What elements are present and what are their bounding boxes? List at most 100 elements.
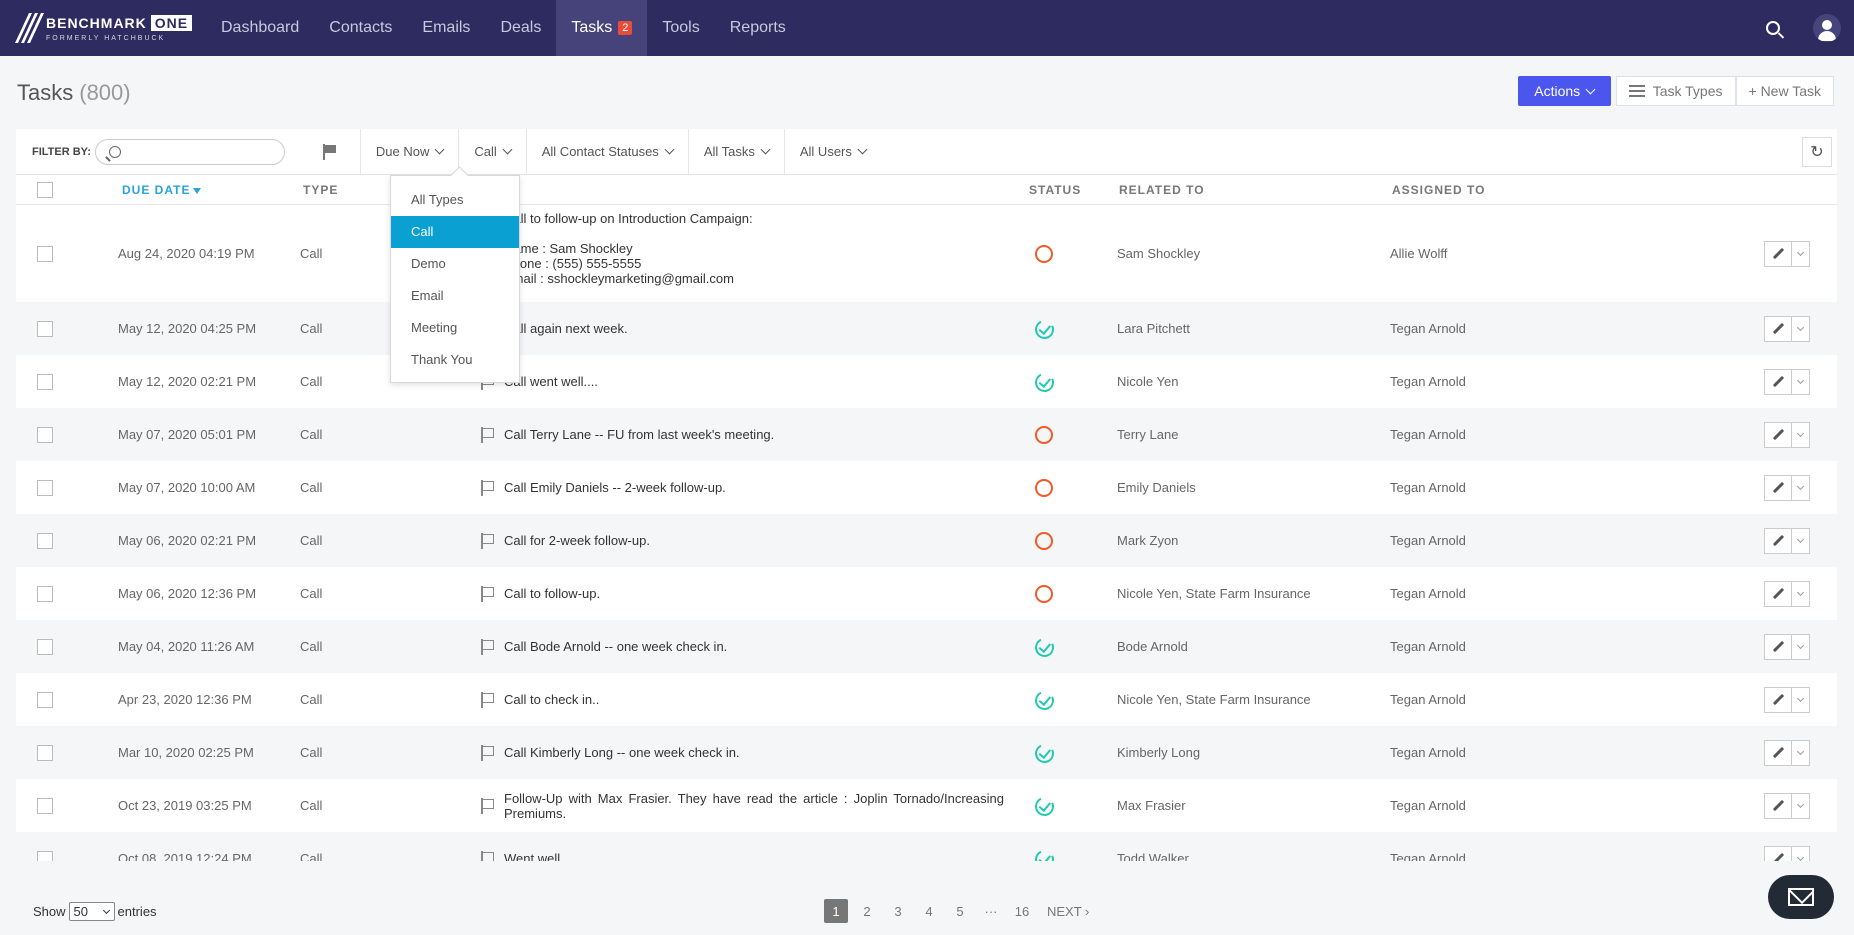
flag-icon[interactable]	[481, 850, 495, 861]
related-to-cell[interactable]: Kimberly Long	[1117, 745, 1200, 760]
status-open-icon[interactable]	[1035, 478, 1053, 497]
select-all-checkbox[interactable]	[37, 182, 53, 198]
page-5-button[interactable]: 5	[948, 899, 972, 923]
table-row[interactable]: May 06, 2020 02:21 PM Call Call for 2-week…	[16, 514, 1837, 567]
flag-icon[interactable]	[481, 585, 495, 602]
table-row[interactable]: Apr 23, 2020 12:36 PM Call Call to check i…	[16, 673, 1837, 726]
row-checkbox[interactable]	[37, 532, 53, 549]
col-related-to[interactable]: RELATED TO	[1119, 183, 1205, 197]
edit-button[interactable]	[1764, 633, 1792, 660]
flag-icon[interactable]	[481, 426, 495, 443]
compose-email-button[interactable]	[1768, 875, 1834, 919]
edit-button[interactable]	[1764, 368, 1792, 395]
page-4-button[interactable]: 4	[917, 899, 941, 923]
more-actions-button[interactable]	[1792, 421, 1810, 448]
type-filter-dropdown[interactable]: Call	[459, 129, 527, 175]
type-option-email[interactable]: Email	[391, 280, 519, 312]
edit-button[interactable]	[1764, 421, 1792, 448]
more-actions-button[interactable]	[1792, 527, 1810, 554]
table-row[interactable]: Oct 08, 2019 12:24 PM Call Went well Todd W…	[16, 832, 1837, 861]
more-actions-button[interactable]	[1792, 845, 1810, 861]
nav-item-dashboard[interactable]: Dashboard	[206, 0, 314, 56]
status-open-icon[interactable]	[1035, 425, 1053, 444]
nav-item-contacts[interactable]: Contacts	[314, 0, 407, 56]
status-open-icon[interactable]	[1035, 244, 1053, 263]
row-checkbox[interactable]	[37, 245, 53, 262]
edit-button[interactable]	[1764, 527, 1792, 554]
related-to-cell[interactable]: Nicole Yen	[1117, 374, 1178, 389]
row-checkbox[interactable]	[37, 850, 53, 861]
related-to-cell[interactable]: Sam Shockley	[1117, 246, 1200, 261]
related-to-cell[interactable]: Emily Daniels	[1117, 480, 1196, 495]
related-to-cell[interactable]: Todd Walker	[1117, 851, 1189, 862]
entries-select[interactable]: 50	[68, 902, 115, 921]
related-to-cell[interactable]: Nicole Yen, State Farm Insurance	[1117, 692, 1311, 707]
table-row[interactable]: May 04, 2020 11:26 AM Call Call Bode Arnol…	[16, 620, 1837, 673]
status-open-icon[interactable]	[1035, 584, 1053, 603]
new-task-button[interactable]: + New Task	[1735, 76, 1834, 106]
col-due-date[interactable]: DUE DATE	[122, 183, 202, 197]
edit-button[interactable]	[1764, 792, 1792, 819]
status-complete-icon[interactable]	[1032, 369, 1057, 395]
edit-button[interactable]	[1764, 845, 1792, 861]
type-option-meeting[interactable]: Meeting	[391, 312, 519, 344]
due-filter-dropdown[interactable]: Due Now	[361, 129, 460, 175]
status-complete-icon[interactable]	[1032, 316, 1057, 342]
nav-item-tools[interactable]: Tools	[647, 0, 714, 56]
next-page-button[interactable]: NEXT ›	[1047, 899, 1089, 923]
tasks-filter-dropdown[interactable]: All Tasks	[689, 129, 785, 175]
flag-icon[interactable]	[481, 479, 495, 496]
nav-item-emails[interactable]: Emails	[407, 0, 485, 56]
row-checkbox[interactable]	[37, 373, 53, 390]
more-actions-button[interactable]	[1792, 580, 1810, 607]
table-row[interactable]: Mar 10, 2020 02:25 PM Call Call Kimberly L…	[16, 726, 1837, 779]
page-1-button[interactable]: 1	[824, 899, 848, 923]
table-row[interactable]: May 06, 2020 12:36 PM Call Call to follow-…	[16, 567, 1837, 620]
flag-icon[interactable]	[481, 797, 495, 814]
edit-button[interactable]	[1764, 474, 1792, 501]
nav-item-tasks[interactable]: Tasks 2	[556, 0, 648, 56]
filter-search-input[interactable]	[94, 138, 285, 165]
flag-icon[interactable]	[481, 638, 495, 655]
page-2-button[interactable]: 2	[855, 899, 879, 923]
related-to-cell[interactable]: Max Frasier	[1117, 798, 1186, 813]
status-complete-icon[interactable]	[1032, 687, 1057, 713]
row-checkbox[interactable]	[37, 479, 53, 496]
status-complete-icon[interactable]	[1032, 634, 1057, 660]
row-checkbox[interactable]	[37, 744, 53, 761]
status-complete-icon[interactable]	[1032, 740, 1057, 766]
page-3-button[interactable]: 3	[886, 899, 910, 923]
table-row[interactable]: May 07, 2020 10:00 AM Call Call Emily Dani…	[16, 461, 1837, 514]
status-open-icon[interactable]	[1035, 531, 1053, 550]
contact-status-filter-dropdown[interactable]: All Contact Statuses	[527, 129, 689, 175]
table-row[interactable]: May 12, 2020 02:21 PM Call Call went well.…	[16, 355, 1837, 408]
edit-button[interactable]	[1764, 240, 1792, 267]
related-to-cell[interactable]: Terry Lane	[1117, 427, 1178, 442]
task-types-button[interactable]: Task Types	[1615, 76, 1736, 106]
col-assigned-to[interactable]: ASSIGNED TO	[1392, 183, 1485, 197]
related-to-cell[interactable]: Nicole Yen, State Farm Insurance	[1117, 586, 1311, 601]
flag-icon[interactable]	[481, 744, 495, 761]
table-row[interactable]: Aug 24, 2020 04:19 PM Call Call to follow-…	[16, 205, 1837, 302]
type-option-demo[interactable]: Demo	[391, 248, 519, 280]
related-to-cell[interactable]: Lara Pitchett	[1117, 321, 1190, 336]
more-actions-button[interactable]	[1792, 240, 1810, 267]
nav-item-deals[interactable]: Deals	[485, 0, 556, 56]
status-complete-icon[interactable]	[1032, 846, 1057, 861]
edit-button[interactable]	[1764, 739, 1792, 766]
more-actions-button[interactable]	[1792, 474, 1810, 501]
row-checkbox[interactable]	[37, 585, 53, 602]
row-checkbox[interactable]	[37, 426, 53, 443]
more-actions-button[interactable]	[1792, 792, 1810, 819]
users-filter-dropdown[interactable]: All Users	[785, 129, 881, 175]
edit-button[interactable]	[1764, 686, 1792, 713]
more-actions-button[interactable]	[1792, 686, 1810, 713]
type-option-all-types[interactable]: All Types	[391, 184, 519, 216]
type-option-thank-you[interactable]: Thank You	[391, 344, 519, 376]
more-actions-button[interactable]	[1792, 739, 1810, 766]
more-actions-button[interactable]	[1792, 368, 1810, 395]
row-checkbox[interactable]	[37, 691, 53, 708]
actions-button[interactable]: Actions	[1517, 76, 1611, 106]
status-complete-icon[interactable]	[1032, 793, 1057, 819]
table-row[interactable]: May 12, 2020 04:25 PM Call Call again next…	[16, 302, 1837, 355]
